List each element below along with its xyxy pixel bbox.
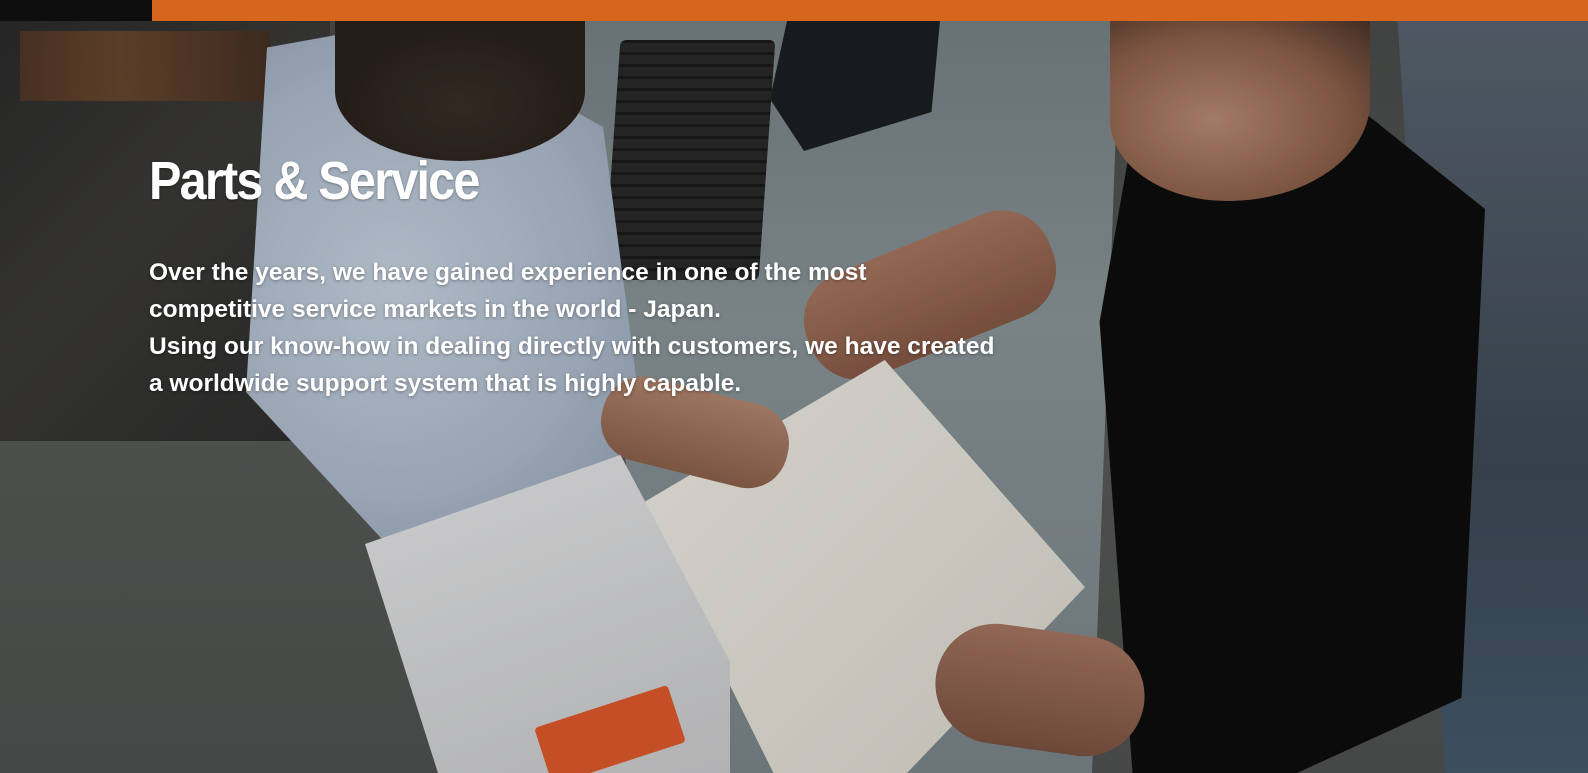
intro-paragraph-1: Over the years, we have gained experienc… [149,259,867,323]
hero-banner: Parts & Service Over the years, we have … [0,0,1588,773]
intro-paragraph-2: Using our know-how in dealing directly w… [149,333,995,397]
page-title: Parts & Service [149,151,480,211]
intro-text: Over the years, we have gained experienc… [149,254,1009,402]
